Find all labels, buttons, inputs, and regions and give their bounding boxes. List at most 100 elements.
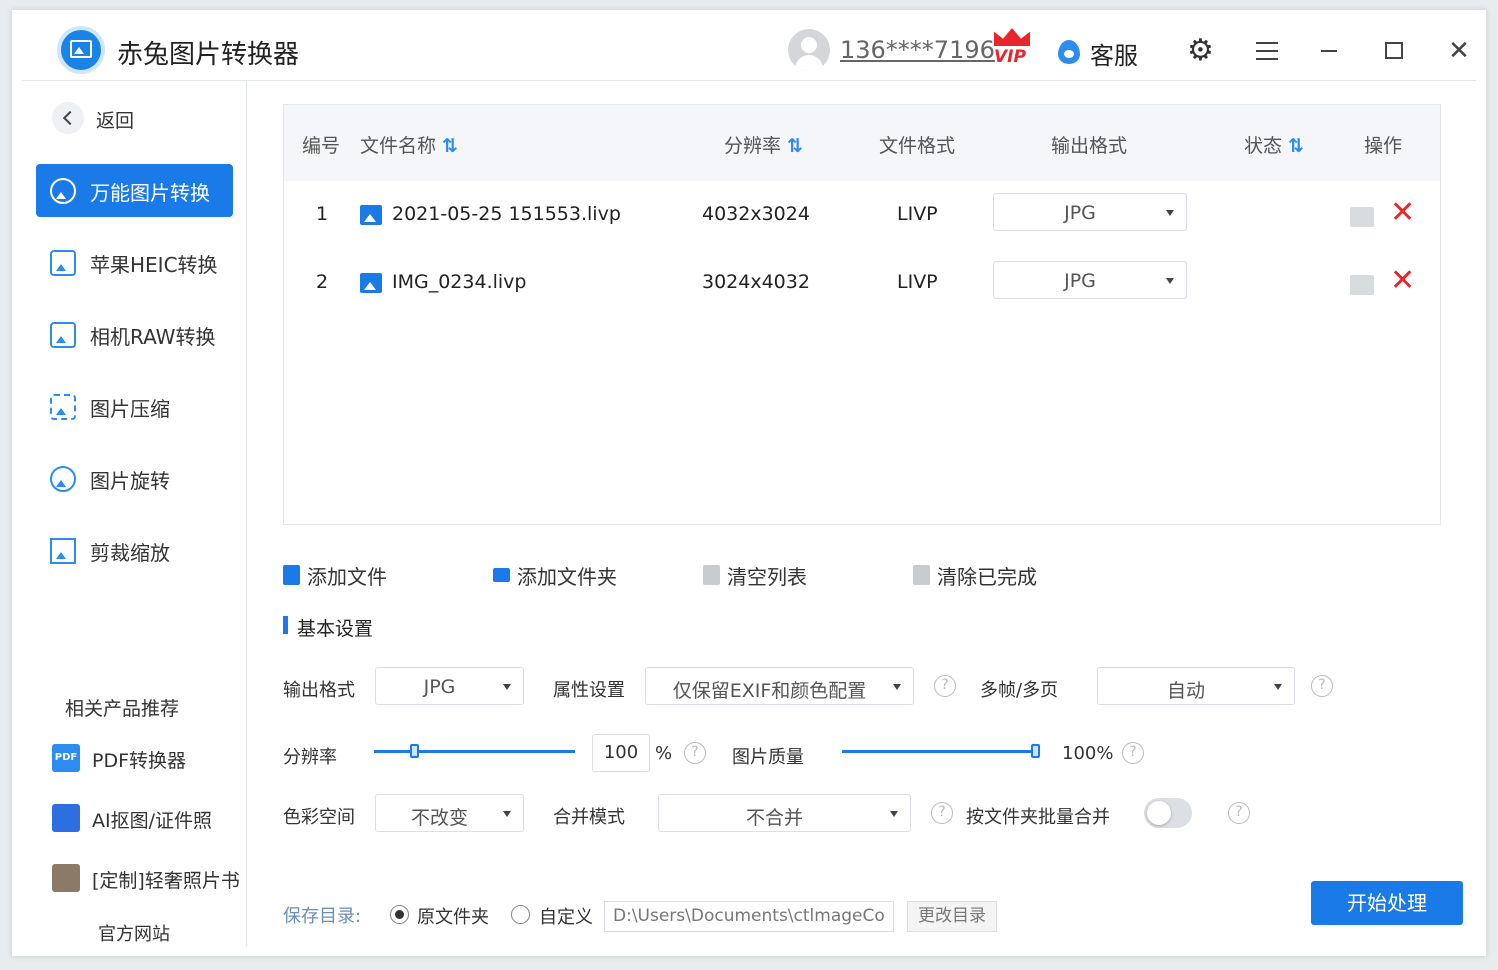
app-window: 赤兔图片转换器 136****7196 VIP 客服 ⚙ ✕ 返回 万能图片转换… bbox=[12, 10, 1486, 956]
sort-icon[interactable]: ⇅ bbox=[442, 135, 458, 157]
image-convert-icon bbox=[50, 178, 76, 204]
table-row[interactable]: 1 2021-05-25 151553.livp 4032x3024 LIVP … bbox=[284, 181, 1440, 249]
start-button[interactable]: 开始处理 bbox=[1311, 881, 1463, 925]
chevron-down-icon bbox=[893, 684, 901, 690]
help-icon[interactable]: ? bbox=[1228, 802, 1250, 824]
save-dir-label: 保存目录: bbox=[283, 906, 362, 927]
save-path-field[interactable]: D:\Users\Documents\ctlmageCo bbox=[604, 901, 894, 932]
quality-value: 100% bbox=[1062, 743, 1114, 764]
sidebar: 返回 万能图片转换 苹果HEIC转换 相机RAW转换 图片压缩 图片旋转 剪裁缩… bbox=[22, 82, 247, 946]
user-avatar[interactable] bbox=[788, 29, 830, 71]
chevron-down-icon bbox=[503, 684, 511, 690]
image-file-icon bbox=[360, 273, 382, 293]
title-bar: 赤兔图片转换器 136****7196 VIP 客服 ⚙ ✕ bbox=[22, 10, 1476, 81]
row-resolution: 4032x3024 bbox=[702, 203, 810, 225]
broom-icon bbox=[703, 565, 720, 585]
radio-custom-folder[interactable] bbox=[511, 905, 530, 924]
compress-icon bbox=[50, 394, 76, 420]
table-header: 编号 文件名称 ⇅ 分辨率 ⇅ 文件格式 输出格式 状态 ⇅ 操作 bbox=[284, 105, 1440, 181]
sort-icon[interactable]: ⇅ bbox=[1288, 135, 1304, 157]
sidebar-item-heic[interactable]: 苹果HEIC转换 bbox=[36, 236, 233, 289]
quality-slider-handle[interactable] bbox=[1031, 744, 1040, 758]
maximize-button[interactable] bbox=[1385, 42, 1403, 59]
broom-icon bbox=[913, 565, 930, 585]
customer-service-label[interactable]: 客服 bbox=[1090, 36, 1138, 71]
resolution-input[interactable]: 100 bbox=[592, 734, 650, 772]
header-output: 输出格式 bbox=[1051, 135, 1128, 157]
attr-select[interactable]: 仅保留EXIF和颜色配置 bbox=[645, 667, 914, 705]
chevron-down-icon bbox=[1166, 278, 1174, 284]
heic-icon bbox=[50, 250, 76, 276]
gear-icon[interactable]: ⚙ bbox=[1187, 36, 1217, 66]
delete-icon[interactable]: ✕ bbox=[1390, 265, 1415, 297]
chevron-down-icon bbox=[503, 811, 511, 817]
resolution-slider[interactable] bbox=[374, 750, 575, 753]
rotate-icon bbox=[50, 466, 76, 492]
colorspace-label: 色彩空间 bbox=[283, 807, 355, 828]
row-index: 1 bbox=[316, 203, 329, 225]
header-resolution[interactable]: 分辨率 ⇅ bbox=[724, 131, 803, 158]
recommend-title: 相关产品推荐 bbox=[65, 698, 180, 720]
batch-merge-label: 按文件夹批量合并 bbox=[966, 807, 1110, 828]
header-format: 文件格式 bbox=[879, 135, 956, 157]
sidebar-item-compress[interactable]: 图片压缩 bbox=[36, 380, 233, 433]
output-format-select[interactable]: JPG bbox=[375, 667, 524, 705]
app-title: 赤兔图片转换器 bbox=[117, 40, 300, 70]
option-custom-label[interactable]: 自定义 bbox=[539, 903, 593, 929]
resolution-unit: % bbox=[655, 743, 673, 764]
header-action: 操作 bbox=[1364, 135, 1403, 157]
row-filename: IMG_0234.livp bbox=[392, 271, 527, 293]
multiframe-select[interactable]: 自动 bbox=[1097, 667, 1295, 705]
header-name[interactable]: 文件名称 ⇅ bbox=[360, 131, 458, 158]
row-format: LIVP bbox=[897, 271, 938, 293]
radio-original-folder[interactable] bbox=[390, 905, 409, 924]
output-format-label: 输出格式 bbox=[283, 680, 355, 701]
chevron-down-icon bbox=[890, 811, 898, 817]
change-dir-button[interactable]: 更改目录 bbox=[907, 901, 997, 932]
quality-slider[interactable] bbox=[842, 750, 1040, 753]
open-folder-icon[interactable] bbox=[1350, 207, 1374, 227]
official-site-link[interactable]: 官方网站 bbox=[98, 920, 170, 946]
help-icon[interactable]: ? bbox=[931, 802, 953, 824]
user-account-link[interactable]: 136****7196 bbox=[840, 36, 995, 64]
file-add-icon bbox=[283, 565, 300, 585]
help-icon[interactable]: ? bbox=[1311, 675, 1333, 697]
row-output-select[interactable]: JPG bbox=[993, 193, 1187, 231]
pdf-icon: PDF bbox=[52, 744, 80, 772]
resolution-slider-handle[interactable] bbox=[410, 744, 420, 758]
merge-select[interactable]: 不合并 bbox=[658, 794, 911, 832]
open-folder-icon[interactable] bbox=[1350, 275, 1374, 295]
attr-label: 属性设置 bbox=[553, 680, 625, 701]
sidebar-item-raw[interactable]: 相机RAW转换 bbox=[36, 308, 233, 361]
close-icon[interactable]: ✕ bbox=[1446, 38, 1472, 64]
raw-icon bbox=[50, 322, 76, 348]
folder-add-icon bbox=[493, 568, 510, 582]
sidebar-item-rotate[interactable]: 图片旋转 bbox=[36, 452, 233, 505]
row-index: 2 bbox=[316, 271, 329, 293]
header-status[interactable]: 状态 ⇅ bbox=[1244, 131, 1304, 158]
delete-icon[interactable]: ✕ bbox=[1390, 197, 1415, 229]
quality-label: 图片质量 bbox=[732, 747, 804, 768]
crown-icon bbox=[994, 28, 1030, 46]
merge-label: 合并模式 bbox=[553, 807, 625, 828]
batch-merge-toggle[interactable] bbox=[1144, 798, 1192, 828]
sidebar-item-image-convert[interactable]: 万能图片转换 bbox=[36, 164, 233, 217]
customer-service-icon[interactable] bbox=[1058, 40, 1080, 64]
help-icon[interactable]: ? bbox=[934, 675, 956, 697]
section-title: 基本设置 bbox=[283, 614, 373, 641]
sort-icon[interactable]: ⇅ bbox=[787, 135, 803, 157]
minimize-button[interactable] bbox=[1321, 50, 1337, 52]
row-filename: 2021-05-25 151553.livp bbox=[392, 203, 621, 225]
sidebar-item-crop[interactable]: 剪裁缩放 bbox=[36, 524, 233, 577]
help-icon[interactable]: ? bbox=[1122, 742, 1144, 764]
vip-badge[interactable]: VIP bbox=[992, 28, 1032, 70]
row-output-select[interactable]: JPG bbox=[993, 261, 1187, 299]
option-original-label[interactable]: 原文件夹 bbox=[417, 903, 489, 929]
image-file-icon bbox=[360, 205, 382, 225]
help-icon[interactable]: ? bbox=[684, 742, 706, 764]
header-index: 编号 bbox=[302, 135, 341, 157]
colorspace-select[interactable]: 不改变 bbox=[375, 794, 524, 832]
table-row[interactable]: 2 IMG_0234.livp 3024x4032 LIVP JPG ✕ bbox=[284, 249, 1440, 317]
row-resolution: 3024x4032 bbox=[702, 271, 810, 293]
menu-icon[interactable] bbox=[1256, 42, 1278, 60]
